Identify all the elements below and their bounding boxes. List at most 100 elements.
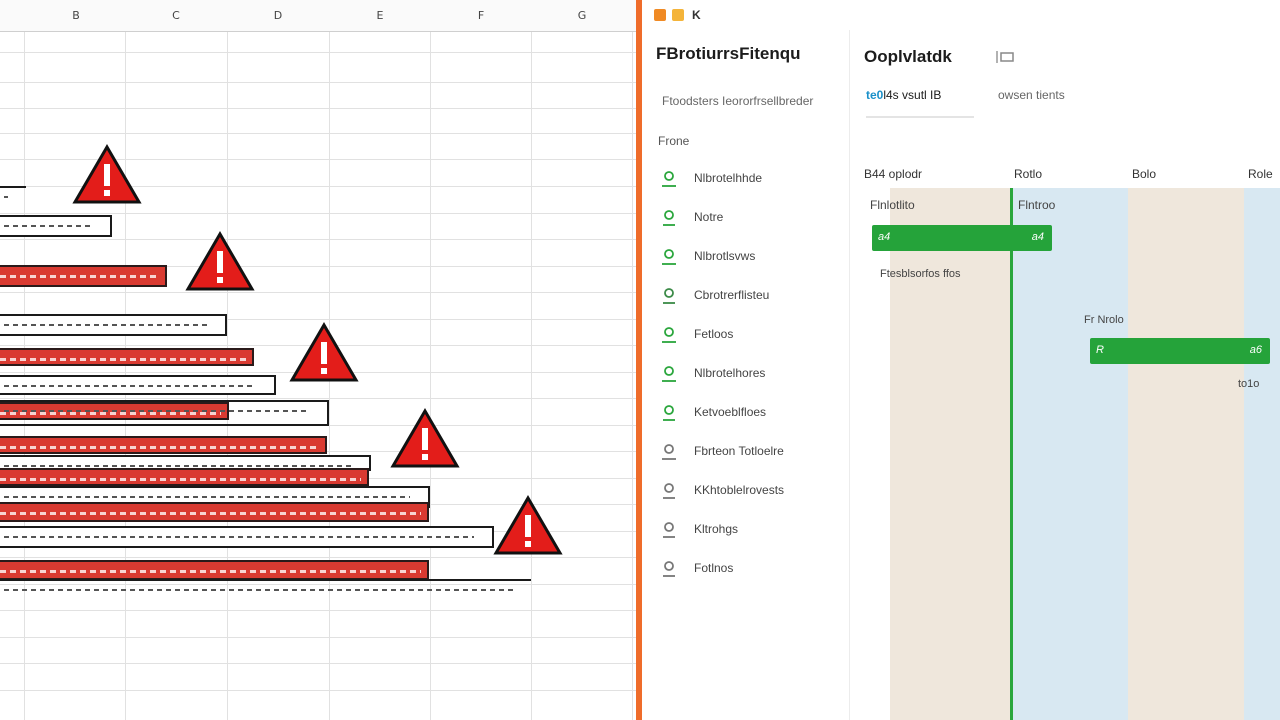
gantt-column-header: B44 oplodr — [864, 167, 923, 181]
gantt-row-label: Ftesblsorfos ffos — [880, 268, 961, 280]
gantt-column-header: Bolo — [1132, 167, 1157, 181]
person-icon — [663, 405, 675, 421]
gantt-column-header: Rotlo — [1014, 167, 1043, 181]
gantt-row-label: Flnlotlito — [870, 198, 915, 212]
warning-icon[interactable] — [72, 144, 142, 206]
tab-events[interactable]: owsen tients — [998, 88, 1108, 118]
gantt-column — [1244, 188, 1280, 720]
gridline — [0, 690, 640, 691]
data-bar-line — [0, 579, 531, 591]
window-titlebar: K — [642, 0, 1280, 30]
sidebar-item[interactable]: Cbrotrerflisteu — [660, 283, 840, 309]
sidebar-item[interactable]: Fbrteon Totloelre — [660, 439, 840, 465]
data-bar[interactable] — [0, 215, 112, 237]
data-bar-flagged[interactable] — [0, 560, 429, 580]
gantt-row-label: Fr Nrolo — [1084, 314, 1124, 326]
project-title: FBrotiurrsFitenqu — [656, 44, 801, 63]
gantt-chart: B44 oplodr Rotlo Bolo Role Flnlotlito Fl… — [862, 162, 1280, 720]
gridline — [0, 82, 640, 83]
sidebar-item-label: Fbrteon Totloelre — [694, 444, 784, 458]
warning-icon[interactable] — [185, 231, 255, 293]
person-icon — [662, 444, 676, 460]
sidebar-item-label: Nlbrotelhores — [694, 366, 766, 380]
sidebar-item-label: Nlbrotlsvws — [694, 249, 756, 263]
data-bar-flagged[interactable] — [0, 348, 254, 366]
tab-status[interactable]: te0l4s vsutl IB — [866, 88, 974, 118]
person-icon — [663, 288, 675, 304]
tab-prefix: te0 — [866, 88, 884, 102]
gridline — [0, 584, 640, 585]
tab-label: l4s vsutl IB — [883, 88, 942, 102]
sidebar-item-label: Notre — [694, 210, 724, 224]
window-control-icon[interactable] — [654, 9, 666, 21]
main-panel: Ooplvlatdk te0l4s vsutl IB owsen tients … — [850, 30, 1280, 720]
gantt-column — [1010, 188, 1128, 720]
gridline — [0, 52, 640, 53]
sidebar-item[interactable]: Nlbrotlsvws — [660, 244, 840, 270]
sidebar-item[interactable]: Nlbrotelhhde — [660, 166, 840, 192]
gridline — [531, 32, 532, 720]
person-icon — [662, 249, 676, 265]
gridline — [632, 32, 633, 720]
task-end-tag: a6 — [1249, 344, 1262, 356]
data-bar[interactable] — [0, 314, 227, 336]
sidebar: FBrotiurrsFitenqu Ftoodsters Ieororfrsel… — [642, 30, 850, 720]
window-control-icon[interactable] — [672, 9, 684, 21]
sidebar-item[interactable]: KKhtoblelrovests — [660, 478, 840, 504]
data-bar-flagged[interactable] — [0, 468, 369, 486]
sidebar-item[interactable]: Nlbrotelhores — [660, 361, 840, 387]
sidebar-item-label: Ketvoeblfloes — [694, 405, 767, 419]
spreadsheet-grid[interactable] — [0, 32, 640, 720]
sidebar-item[interactable]: Fetloos — [660, 322, 840, 348]
warning-icon[interactable] — [390, 408, 460, 470]
person-icon — [662, 327, 676, 343]
gridline — [0, 663, 640, 664]
column-header-e[interactable]: E — [370, 9, 390, 22]
window-toggle-icon[interactable] — [996, 50, 1014, 64]
gridline — [0, 398, 640, 399]
gridline — [0, 292, 640, 293]
person-icon — [662, 171, 676, 187]
gantt-row-label: to1o — [1238, 378, 1260, 390]
sidebar-item[interactable]: Ketvoeblfloes — [660, 400, 840, 426]
sidebar-item[interactable]: Kltrohgs — [660, 517, 840, 543]
sidebar-item-label: Kltrohgs — [694, 522, 739, 536]
data-bar-flagged[interactable] — [0, 265, 167, 287]
column-header-d[interactable]: D — [268, 9, 288, 22]
column-header-g[interactable]: G — [572, 9, 592, 22]
project-subtitle: Ftoodsters Ieororfrsellbreder — [662, 94, 814, 108]
page-title: Ooplvlatdk — [864, 47, 952, 66]
gridline — [0, 213, 640, 214]
task-end-tag: a4 — [1031, 231, 1044, 243]
sidebar-item-label: Nlbrotelhhde — [694, 171, 763, 185]
data-bar-flagged[interactable] — [0, 502, 429, 522]
sidebar-item-label: Fetloos — [694, 327, 734, 341]
sidebar-item-label: Fotlnos — [694, 561, 734, 575]
data-bar[interactable] — [0, 186, 26, 198]
person-icon — [663, 483, 675, 499]
person-icon — [663, 561, 675, 577]
warning-icon[interactable] — [493, 495, 563, 557]
gridline — [0, 108, 640, 109]
task-bar[interactable]: a4 a4 — [872, 225, 1052, 251]
warning-icon[interactable] — [289, 322, 359, 384]
sidebar-section-label: Frone — [658, 134, 690, 148]
sidebar-item[interactable]: Fotlnos — [660, 556, 840, 582]
data-bar-outline[interactable] — [0, 400, 329, 426]
column-header-c[interactable]: C — [166, 9, 186, 22]
gridline — [0, 637, 640, 638]
task-bar[interactable]: R a6 — [1090, 338, 1270, 364]
data-bar[interactable] — [0, 375, 276, 395]
gantt-column — [1128, 188, 1244, 720]
gridline — [0, 610, 640, 611]
gridline — [0, 557, 640, 558]
gridline — [0, 239, 640, 240]
sidebar-item[interactable]: Notre — [660, 205, 840, 231]
data-bar-flagged[interactable] — [0, 436, 327, 454]
gridline — [430, 32, 431, 720]
data-bar[interactable] — [0, 526, 494, 548]
column-header-b[interactable]: B — [66, 9, 86, 22]
gantt-column-header: Role — [1248, 167, 1273, 181]
gantt-row-label: Flntroo — [1018, 198, 1056, 212]
column-header-f[interactable]: F — [471, 9, 491, 22]
